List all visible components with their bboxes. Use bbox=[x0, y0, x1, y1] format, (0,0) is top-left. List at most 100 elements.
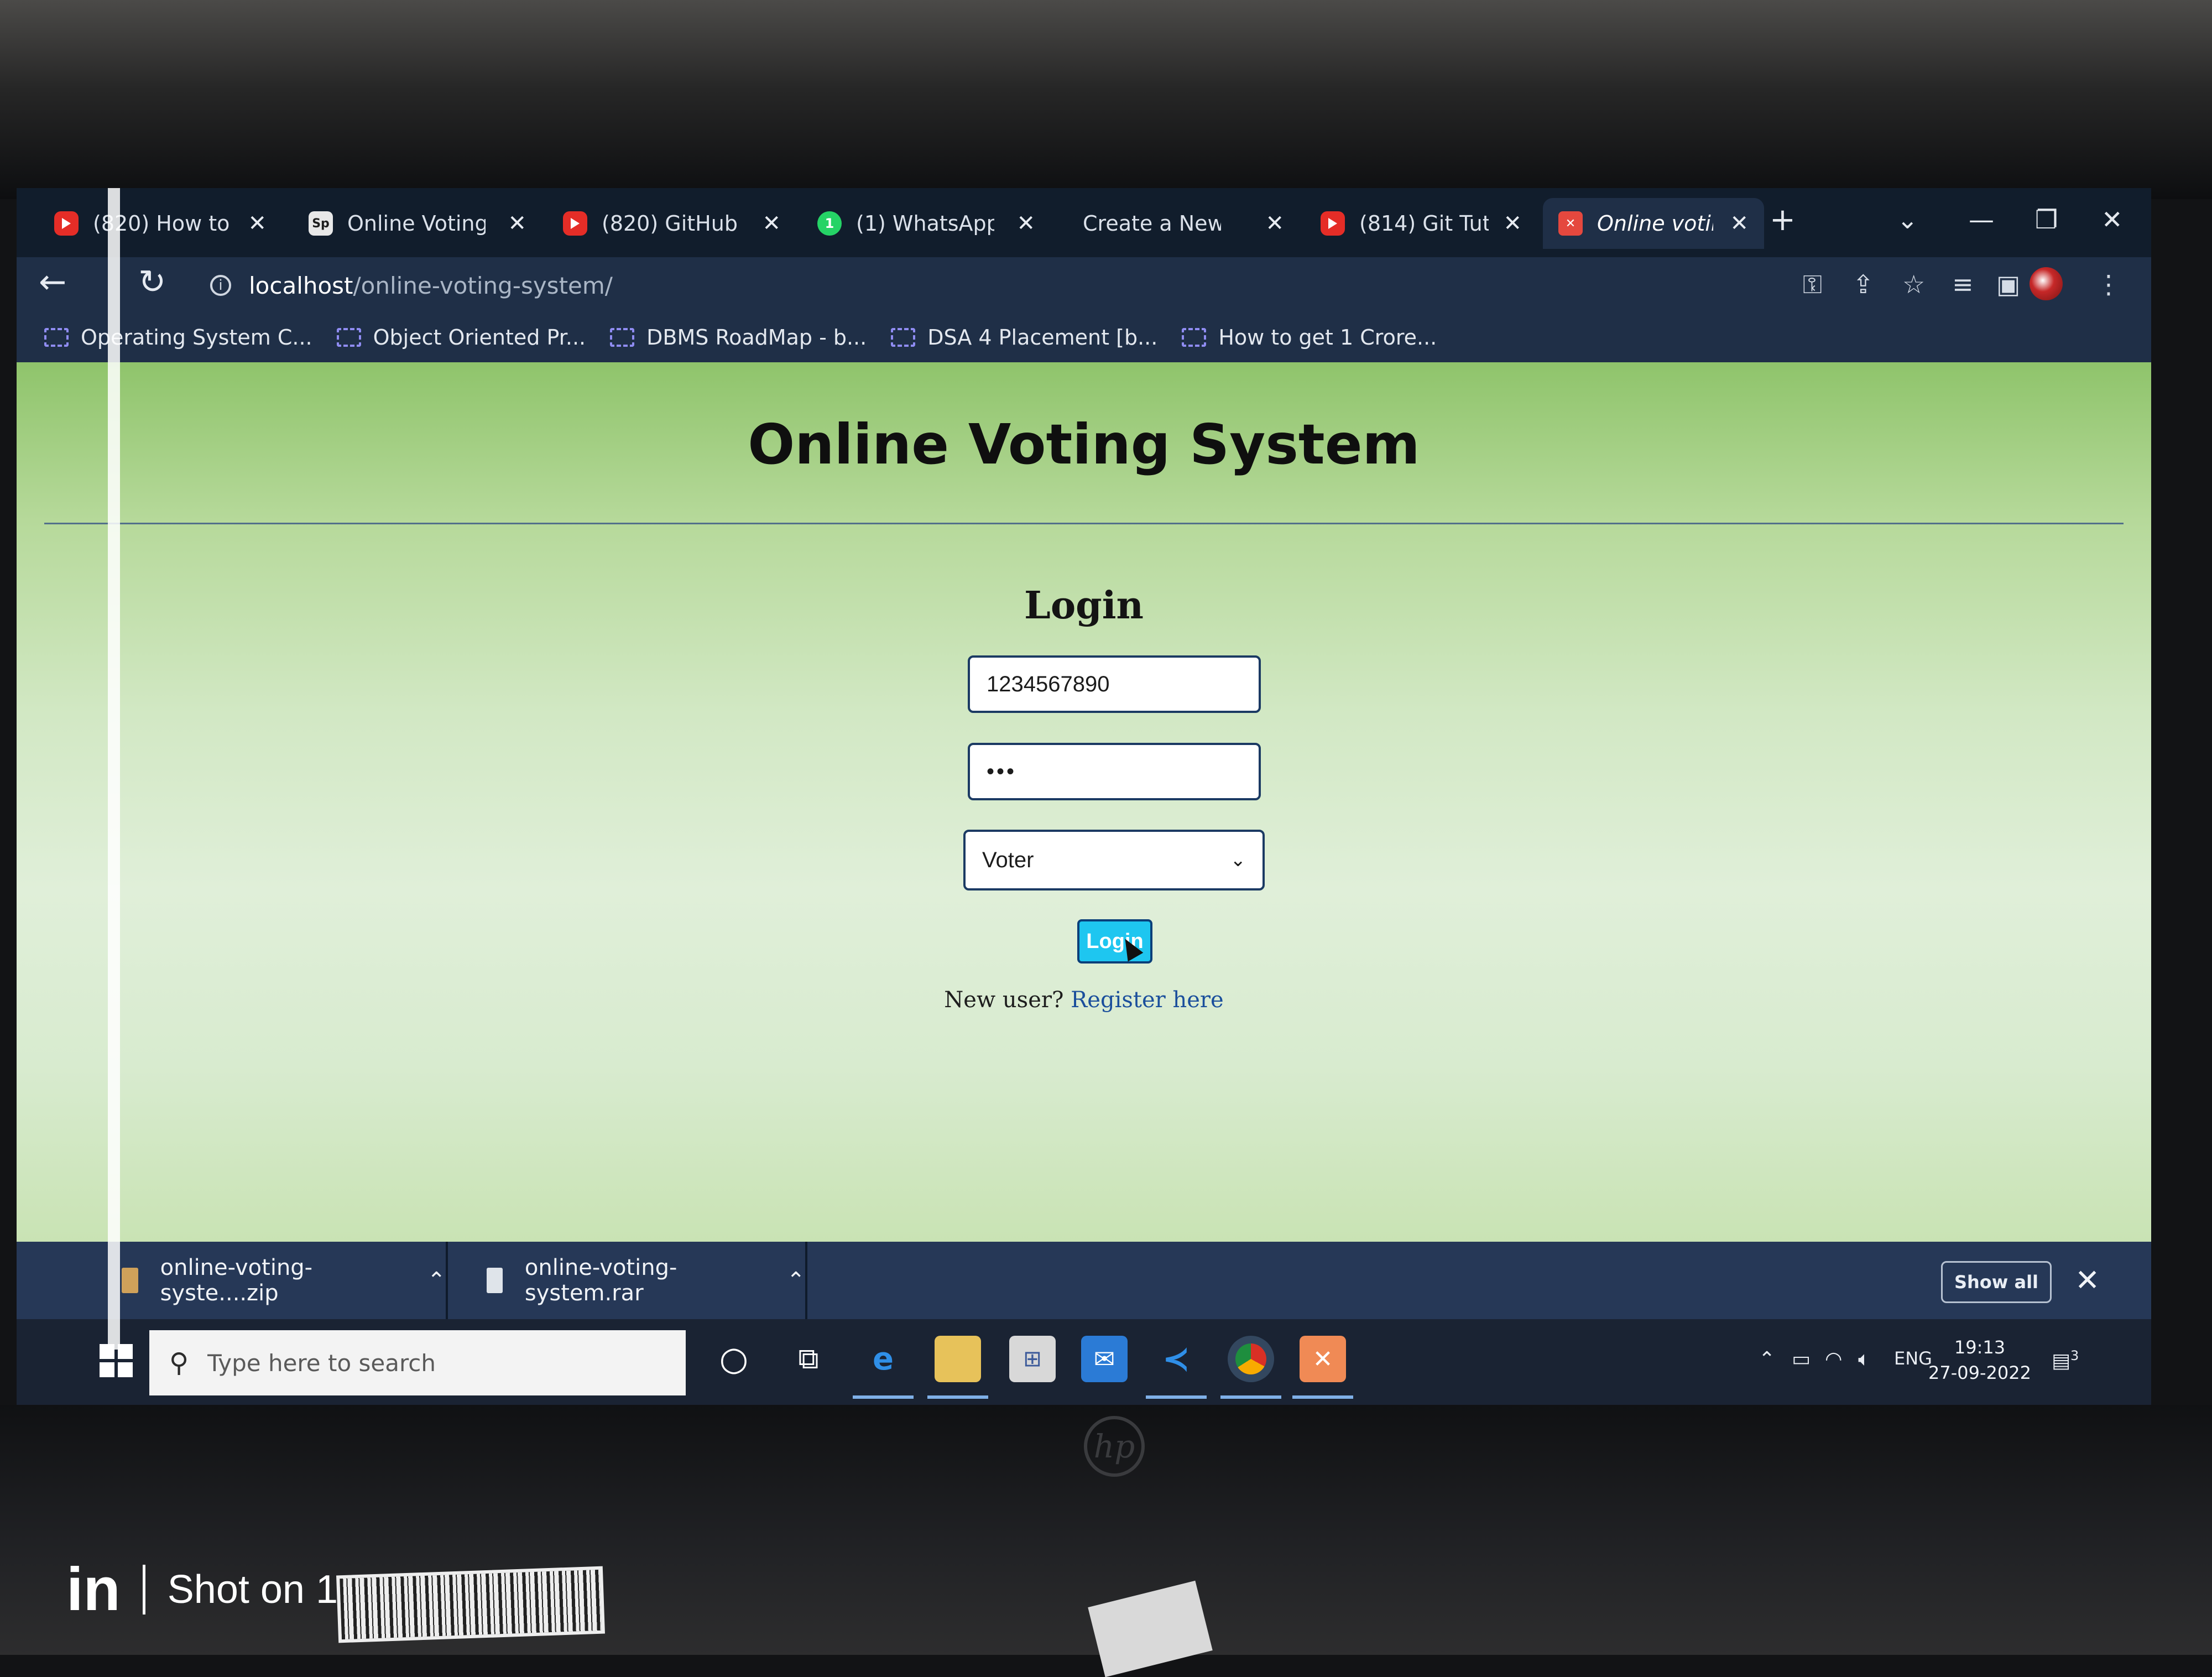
reading-list-icon[interactable]: ≡ bbox=[1952, 269, 1974, 299]
bookmark-icon bbox=[891, 328, 916, 347]
cortana-icon[interactable]: ○ bbox=[711, 1336, 757, 1382]
bookmark-item[interactable]: Object Oriented Pr... bbox=[336, 325, 586, 350]
laptop-screen: (820) How to D ✕ Sp Online Voting S ✕ (8… bbox=[17, 188, 2151, 1405]
edge-icon[interactable]: e bbox=[860, 1336, 906, 1382]
role-select[interactable]: Voter ⌄ bbox=[963, 830, 1265, 890]
register-prompt-text: New user? bbox=[944, 987, 1064, 1013]
bookmark-star-icon[interactable]: ☆ bbox=[1902, 269, 1925, 299]
bookmark-label: DBMS RoadMap - b... bbox=[646, 325, 867, 350]
address-bar[interactable]: i localhost /online-voting-system/ bbox=[210, 267, 613, 304]
taskbar-search[interactable]: ⚲ Type here to search bbox=[149, 1330, 686, 1395]
site-info-icon[interactable]: i bbox=[210, 275, 231, 296]
new-tab-button[interactable]: + bbox=[1770, 202, 1796, 238]
back-arrow-icon[interactable]: ← bbox=[39, 263, 66, 301]
url-host: localhost bbox=[249, 272, 353, 299]
password-input[interactable]: ••• bbox=[968, 743, 1261, 800]
wifi-icon[interactable]: ◠ bbox=[1825, 1348, 1842, 1371]
tab-online-voting-active[interactable]: ✕ Online voting sy ✕ bbox=[1543, 198, 1764, 249]
bookmark-label: Object Oriented Pr... bbox=[373, 325, 586, 350]
mail-icon[interactable]: ✉ bbox=[1081, 1336, 1128, 1382]
restore-icon[interactable]: ❐ bbox=[2035, 205, 2058, 235]
whatsapp-icon: 1 bbox=[817, 211, 842, 236]
profile-avatar[interactable] bbox=[2030, 267, 2063, 300]
close-icon[interactable]: ✕ bbox=[1503, 211, 1522, 236]
xampp-icon[interactable]: ✕ bbox=[1300, 1336, 1346, 1382]
reload-icon[interactable]: ↻ bbox=[138, 263, 166, 301]
close-icon[interactable]: ✕ bbox=[508, 211, 526, 236]
close-icon[interactable]: ✕ bbox=[1265, 211, 1284, 236]
file-icon bbox=[487, 1268, 503, 1293]
header-divider bbox=[44, 523, 2124, 524]
bookmark-item[interactable]: Operating System C... bbox=[44, 325, 312, 350]
notifications-icon[interactable]: ▤3 bbox=[2052, 1348, 2079, 1372]
battery-icon[interactable]: ▭ bbox=[1792, 1348, 1811, 1371]
xampp-icon: ✕ bbox=[1558, 211, 1583, 236]
menu-kebab-icon[interactable]: ⋮ bbox=[2096, 269, 2121, 299]
close-icon[interactable]: ✕ bbox=[248, 211, 267, 236]
tab-youtube-how-to[interactable]: (820) How to D ✕ bbox=[39, 198, 282, 249]
tab-online-voting-sp[interactable]: Sp Online Voting S ✕ bbox=[293, 198, 542, 249]
file-explorer-icon[interactable] bbox=[935, 1336, 981, 1382]
app-running-indicator bbox=[927, 1395, 988, 1399]
download-item-zip[interactable]: online-voting-syste....zip ⌃ bbox=[83, 1242, 448, 1319]
app-running-indicator bbox=[853, 1395, 914, 1399]
window-close-icon[interactable]: ✕ bbox=[2101, 205, 2123, 235]
side-panel-icon[interactable]: ▣ bbox=[1996, 269, 2020, 299]
bookmark-label: DSA 4 Placement [b... bbox=[927, 325, 1158, 350]
download-item-rar[interactable]: online-voting-system.rar ⌃ bbox=[448, 1242, 807, 1319]
tray-chevron-up-icon[interactable]: ⌃ bbox=[1759, 1348, 1775, 1371]
close-icon[interactable]: ✕ bbox=[2075, 1263, 2100, 1298]
microsoft-store-icon[interactable]: ⊞ bbox=[1009, 1336, 1056, 1382]
bookmark-icon bbox=[44, 328, 69, 347]
youtube-icon bbox=[563, 211, 587, 236]
tab-search-chevron-icon[interactable]: ⌄ bbox=[1897, 205, 1918, 235]
taskbar-clock[interactable]: 19:13 27-09-2022 bbox=[1924, 1335, 2035, 1386]
tab-whatsapp[interactable]: 1 (1) WhatsApp ✕ bbox=[802, 198, 1051, 249]
tab-create-new[interactable]: Create a New F ✕ bbox=[1067, 198, 1300, 249]
minimize-icon[interactable]: — bbox=[1969, 205, 1994, 235]
app-running-indicator bbox=[1146, 1395, 1207, 1399]
mobile-input[interactable]: 1234567890 bbox=[968, 655, 1261, 713]
password-input-value: ••• bbox=[987, 759, 1017, 784]
tab-label: (820) GitHub - I bbox=[602, 211, 740, 236]
register-link[interactable]: Register here bbox=[1071, 987, 1224, 1013]
vscode-icon[interactable]: ≺ bbox=[1153, 1336, 1199, 1382]
sp-icon: Sp bbox=[309, 211, 333, 236]
tab-label: Online voting sy bbox=[1597, 211, 1713, 236]
app-running-indicator bbox=[1220, 1395, 1281, 1399]
download-filename: online-voting-system.rar bbox=[524, 1255, 677, 1306]
bookmark-icon bbox=[336, 328, 361, 347]
search-placeholder: Type here to search bbox=[207, 1349, 436, 1377]
chrome-icon[interactable] bbox=[1228, 1336, 1274, 1382]
tab-youtube-github[interactable]: (820) GitHub - I ✕ bbox=[547, 198, 796, 249]
close-icon[interactable]: ✕ bbox=[762, 211, 781, 236]
watermark-separator bbox=[142, 1564, 145, 1614]
windows-taskbar: ⚲ Type here to search ○ ⧉ e ⊞ ✉ ≺ ✕ ⌃ ▭ … bbox=[17, 1319, 2151, 1405]
download-filename: online-voting-syste....zip bbox=[160, 1255, 313, 1306]
watermark-text: Shot on 1 bbox=[167, 1567, 338, 1612]
volume-icon[interactable]: 🔈︎ bbox=[1858, 1348, 1870, 1371]
register-prompt: New user? Register here bbox=[17, 987, 2151, 1013]
show-all-button[interactable]: Show all bbox=[1941, 1261, 2052, 1303]
hp-logo: hp bbox=[1084, 1416, 1145, 1477]
login-button[interactable]: Login bbox=[1077, 919, 1152, 964]
notification-count: 3 bbox=[2070, 1348, 2079, 1363]
zip-file-icon bbox=[122, 1268, 138, 1293]
chevron-up-icon[interactable]: ⌃ bbox=[427, 1268, 446, 1293]
bookmark-item[interactable]: DBMS RoadMap - b... bbox=[610, 325, 867, 350]
tab-youtube-git-tutorial[interactable]: (814) Git Tutori ✕ bbox=[1305, 198, 1537, 249]
youtube-icon bbox=[1321, 211, 1345, 236]
bookmark-item[interactable]: How to get 1 Crore... bbox=[1182, 325, 1437, 350]
task-view-icon[interactable]: ⧉ bbox=[785, 1336, 832, 1382]
barcode-sticker bbox=[336, 1566, 605, 1643]
browser-toolbar: ← ↻ i localhost /online-voting-system/ ⚿… bbox=[17, 257, 2151, 313]
clock-time: 19:13 bbox=[1954, 1337, 2006, 1358]
key-icon[interactable]: ⚿ bbox=[1803, 269, 1822, 300]
close-icon[interactable]: ✕ bbox=[1016, 211, 1035, 236]
close-icon[interactable]: ✕ bbox=[1730, 211, 1749, 236]
bookmark-item[interactable]: DSA 4 Placement [b... bbox=[891, 325, 1157, 350]
tab-label: Online Voting S bbox=[347, 211, 486, 236]
chevron-up-icon[interactable]: ⌃ bbox=[786, 1268, 805, 1293]
share-icon[interactable]: ⇪ bbox=[1853, 269, 1874, 299]
role-select-value: Voter bbox=[982, 847, 1034, 872]
